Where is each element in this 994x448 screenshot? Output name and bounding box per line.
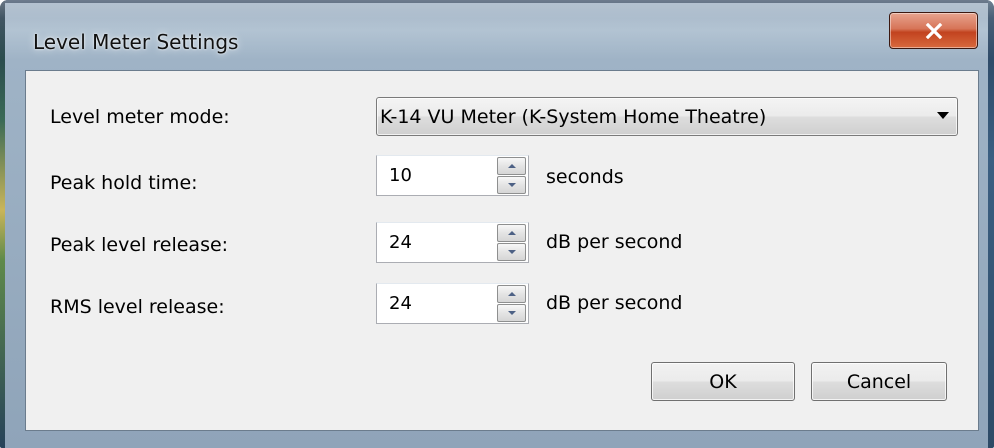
dialog-content: Level meter mode: K-14 VU Meter (K-Syste… [25,70,979,431]
arrow-up-icon [507,292,516,296]
level-meter-settings-dialog: Level Meter Settings Level meter mode: K… [0,0,994,448]
cancel-button[interactable]: Cancel [811,362,947,401]
peak-hold-time-value[interactable]: 10 [389,165,412,186]
title-bar[interactable]: Level Meter Settings [0,0,994,70]
arrow-down-icon [507,183,516,187]
level-meter-mode-value: K-14 VU Meter (K-System Home Theatre) [380,106,767,128]
rms-level-release-label: RMS level release: [50,296,225,318]
arrow-up-icon [507,164,516,168]
peak-hold-time-stepper[interactable]: 10 [376,155,529,196]
rms-level-release-value[interactable]: 24 [389,293,412,314]
peak-hold-time-increment[interactable] [497,157,526,175]
arrow-down-icon [507,311,516,315]
arrow-up-icon [507,231,516,235]
rms-level-release-decrement[interactable] [497,304,526,322]
peak-hold-time-label: Peak hold time: [50,172,198,194]
peak-level-release-decrement[interactable] [497,243,526,261]
peak-hold-time-decrement[interactable] [497,176,526,194]
level-meter-mode-label: Level meter mode: [50,106,230,128]
peak-level-release-label: Peak level release: [50,234,229,256]
peak-level-release-value[interactable]: 24 [389,232,412,253]
rms-level-release-increment[interactable] [497,285,526,303]
arrow-down-icon [507,250,516,254]
peak-level-release-stepper[interactable]: 24 [376,222,529,263]
peak-level-release-unit: dB per second [546,231,683,253]
rms-level-release-unit: dB per second [546,292,683,314]
close-icon [925,22,942,39]
peak-hold-time-unit: seconds [546,166,624,188]
rms-level-release-stepper[interactable]: 24 [376,283,529,324]
window-title: Level Meter Settings [33,30,239,54]
chevron-down-icon[interactable] [937,112,949,119]
level-meter-mode-select[interactable]: K-14 VU Meter (K-System Home Theatre) [376,97,958,136]
close-button[interactable] [889,12,978,49]
peak-level-release-increment[interactable] [497,224,526,242]
ok-button[interactable]: OK [651,362,795,401]
